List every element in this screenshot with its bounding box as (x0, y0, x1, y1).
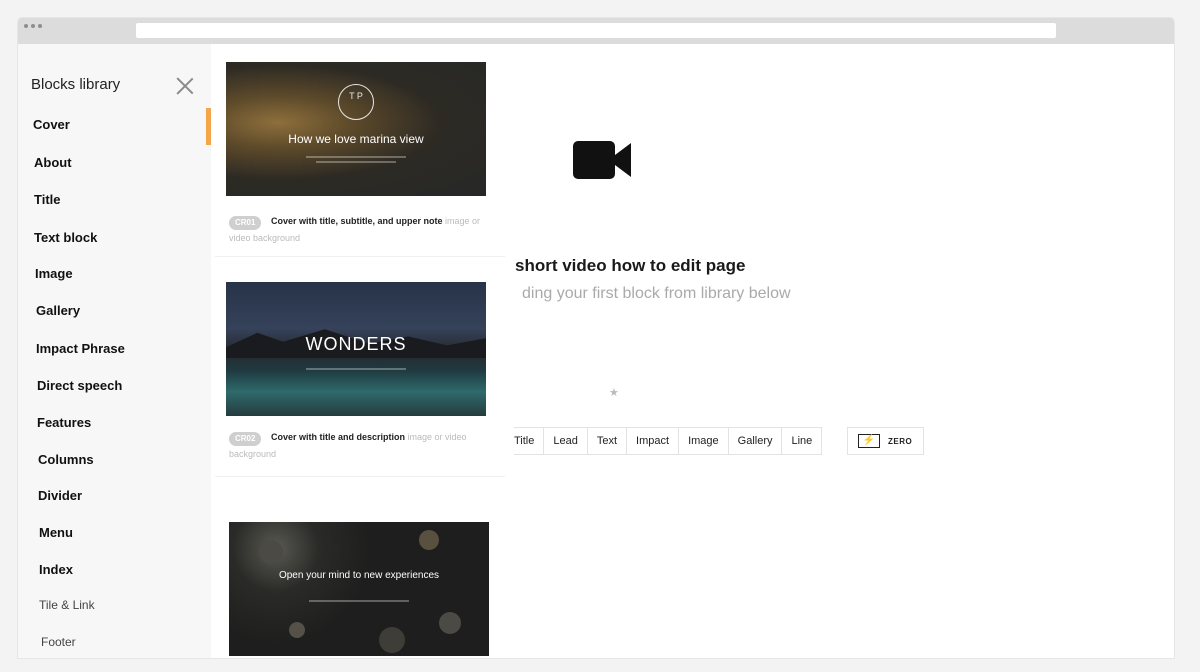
block-type-buttons: Title Lead Text Impact Image Gallery Lin… (514, 427, 823, 455)
sidebar-item-cover[interactable]: Cover (33, 117, 70, 132)
video-subtitle: ding your first block from library below (522, 285, 791, 302)
sidebar-item-menu[interactable]: Menu (39, 525, 73, 540)
window-controls[interactable] (24, 24, 42, 28)
browser-chrome (18, 18, 1174, 44)
sidebar-item-divider[interactable]: Divider (38, 488, 82, 503)
zero-label: ZERO (888, 436, 913, 446)
sidebar-item-tile-link[interactable]: Tile & Link (39, 598, 95, 612)
sidebar-title: Blocks library (31, 76, 121, 93)
sidebar-item-text-block[interactable]: Text block (34, 230, 97, 245)
sidebar-item-gallery[interactable]: Gallery (36, 303, 80, 318)
line-button[interactable]: Line (781, 427, 823, 455)
browser-window: Blocks library Cover About Title Text bl… (18, 18, 1174, 658)
block-name: Cover with title and description (271, 432, 406, 442)
zero-block-button[interactable]: ⚡ ZERO (847, 427, 924, 455)
thumb-title: How we love marina view (288, 132, 424, 146)
sidebar-item-features[interactable]: Features (37, 415, 91, 430)
block-thumbnail: Open your mind to new experiences (229, 522, 489, 656)
sidebar-item-footer[interactable]: Footer (41, 635, 76, 649)
block-name: Cover with title, subtitle, and upper no… (271, 216, 443, 226)
sidebar-item-index[interactable]: Index (39, 562, 73, 577)
star-icon: ★ (609, 387, 619, 399)
block-description: Cover with title, subtitle, and upper no… (229, 213, 489, 247)
video-camera-icon[interactable] (573, 139, 633, 181)
active-indicator (206, 108, 211, 145)
sidebar-item-impact-phrase[interactable]: Impact Phrase (36, 341, 125, 356)
close-icon[interactable] (176, 77, 194, 95)
blocks-list: T P How we love marina view CR01 Cover w… (215, 44, 505, 658)
blocks-library-sidebar: Blocks library Cover About Title Text bl… (18, 44, 211, 658)
sidebar-item-about[interactable]: About (34, 155, 72, 170)
page-canvas: short video how to edit page ding your f… (505, 44, 1174, 658)
video-title[interactable]: short video how to edit page (515, 256, 745, 276)
impact-button[interactable]: Impact (626, 427, 680, 455)
text-button[interactable]: Text (586, 427, 628, 455)
address-bar[interactable] (136, 23, 1056, 38)
block-thumbnail: T P How we love marina view (226, 62, 486, 196)
sidebar-item-direct-speech[interactable]: Direct speech (37, 378, 122, 393)
sidebar-item-columns[interactable]: Columns (38, 452, 94, 467)
thumb-title: Open your mind to new experiences (278, 570, 440, 581)
block-description: Cover with title and description image o… (229, 429, 489, 463)
gallery-button[interactable]: Gallery (727, 427, 783, 455)
thumb-title: WONDERS (305, 334, 407, 354)
logo-badge: T P (338, 84, 374, 120)
block-card-cr03[interactable]: Open your mind to new experiences (215, 494, 505, 658)
sidebar-item-title[interactable]: Title (34, 192, 61, 207)
lightning-bolt-icon: ⚡ (858, 434, 880, 448)
block-card-cr02[interactable]: WONDERS CR02 Cover with title and descri… (215, 274, 505, 477)
sidebar-item-image[interactable]: Image (35, 266, 73, 281)
block-card-cr01[interactable]: T P How we love marina view CR01 Cover w… (215, 54, 505, 257)
title-button[interactable]: Title (514, 427, 545, 455)
block-thumbnail: WONDERS (226, 282, 486, 416)
image-button[interactable]: Image (678, 427, 729, 455)
lead-button[interactable]: Lead (543, 427, 588, 455)
